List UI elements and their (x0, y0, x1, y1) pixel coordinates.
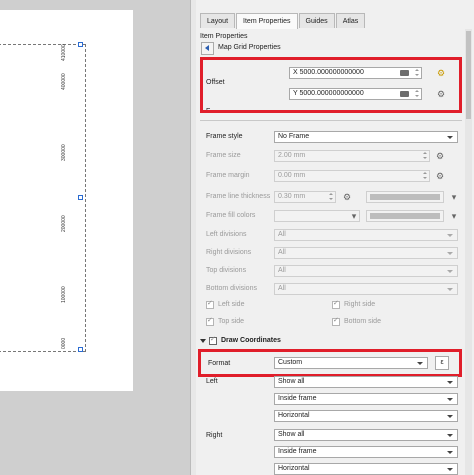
divider (200, 120, 462, 121)
frame-fill-colors-label: Frame fill colors (206, 212, 256, 219)
layout-page: 410000 400000 300000 200000 100000 0000 (0, 10, 133, 391)
frame-margin-value: 0.00 mm (278, 172, 306, 179)
resize-handle[interactable] (78, 195, 83, 200)
left-side-checkbox[interactable] (206, 299, 214, 309)
right-side-checkbox[interactable] (332, 299, 340, 309)
data-defined-override-icon[interactable]: ⚙ (434, 150, 446, 162)
frame-line-thickness-input[interactable]: 0.30 mm (274, 191, 336, 203)
bottom-divisions-select[interactable]: All (274, 283, 458, 295)
grid-label: 200000 (61, 215, 67, 232)
bottom-divisions-label: Bottom divisions (206, 285, 257, 292)
frame-size-value: 2.00 mm (278, 152, 306, 159)
frame-line-thickness-label: Frame line thickness (206, 193, 271, 200)
chevron-down-icon[interactable]: ▾ (448, 191, 460, 203)
right-display-select[interactable]: Show all (274, 429, 458, 441)
tab-layout[interactable]: Layout (200, 13, 236, 28)
grid-label: 410000 (61, 44, 67, 61)
back-row: Map Grid Properties (201, 42, 463, 55)
back-arrow-icon[interactable] (201, 42, 214, 55)
top-divisions-label: Top divisions (206, 267, 247, 274)
grid-label: 400000 (61, 73, 67, 90)
layout-canvas[interactable]: 410000 400000 300000 200000 100000 0000 (0, 0, 190, 475)
item-properties-panel: Layout Item Properties Guides Atlas Item… (196, 0, 474, 475)
panel-title: Item Properties (200, 33, 248, 40)
right-coordinates-label: Right (206, 432, 223, 439)
right-divisions-select[interactable]: All (274, 247, 458, 259)
panel-scrollbar[interactable] (465, 29, 472, 475)
frame-margin-label: Frame margin (206, 172, 250, 179)
left-divisions-select[interactable]: All (274, 229, 458, 241)
spin-buttons[interactable] (327, 192, 335, 202)
resize-handle[interactable] (78, 347, 83, 352)
frame-style-label: Frame style (206, 133, 243, 140)
grid-label: 300000 (61, 144, 67, 161)
frame-line-thickness-value: 0.30 mm (278, 193, 306, 200)
left-display-select[interactable]: Show all (274, 376, 458, 388)
draw-coordinates-label: Draw Coordinates (221, 337, 281, 344)
bottom-side-label: Bottom side (344, 318, 381, 325)
map-item-frame[interactable]: 410000 400000 300000 200000 100000 0000 (0, 42, 86, 352)
draw-coordinates-checkbox[interactable] (209, 335, 217, 345)
top-side-label: Top side (218, 318, 245, 325)
left-divisions-label: Left divisions (206, 231, 247, 238)
left-direction-select[interactable]: Horizontal (274, 410, 458, 422)
spin-buttons[interactable] (421, 171, 429, 181)
grid-label: 0000 (61, 337, 67, 349)
collapse-arrow-icon[interactable] (200, 339, 206, 343)
frame-style-select[interactable]: No Frame (274, 131, 458, 143)
data-defined-override-icon[interactable]: ⚙ (434, 170, 446, 182)
left-coordinates-label: Left (206, 378, 218, 385)
highlight-format-box (198, 349, 462, 377)
spin-buttons[interactable] (421, 151, 429, 161)
right-direction-select[interactable]: Horizontal (274, 463, 458, 475)
map-grid-properties-label: Map Grid Properties (218, 44, 281, 51)
frame-fill-color-2-button[interactable] (366, 210, 444, 222)
scrollbar-thumb[interactable] (466, 31, 471, 119)
right-divisions-label: Right divisions (206, 249, 252, 256)
highlight-offset-box (200, 57, 462, 113)
panel-tabs: Layout Item Properties Guides Atlas (200, 13, 366, 29)
tab-guides[interactable]: Guides (298, 13, 335, 28)
tab-atlas[interactable]: Atlas (335, 13, 366, 28)
right-position-select[interactable]: Inside frame (274, 446, 458, 458)
right-side-label: Right side (344, 301, 376, 308)
frame-line-color-button[interactable] (366, 191, 444, 203)
bottom-side-checkbox[interactable] (332, 316, 340, 326)
chevron-down-icon[interactable]: ▾ (448, 210, 460, 222)
resize-handle[interactable] (78, 42, 83, 47)
left-position-select[interactable]: Inside frame (274, 393, 458, 405)
top-divisions-select[interactable]: All (274, 265, 458, 277)
chevron-down-icon[interactable]: ▾ (348, 210, 360, 222)
frame-size-label: Frame size (206, 152, 241, 159)
frame-margin-input[interactable]: 0.00 mm (274, 170, 430, 182)
top-side-checkbox[interactable] (206, 316, 214, 326)
tab-item-properties[interactable]: Item Properties (236, 13, 298, 29)
grid-label: 100000 (61, 286, 67, 303)
left-side-label: Left side (218, 301, 245, 308)
data-defined-override-icon[interactable]: ⚙ (341, 191, 353, 203)
frame-size-input[interactable]: 2.00 mm (274, 150, 430, 162)
